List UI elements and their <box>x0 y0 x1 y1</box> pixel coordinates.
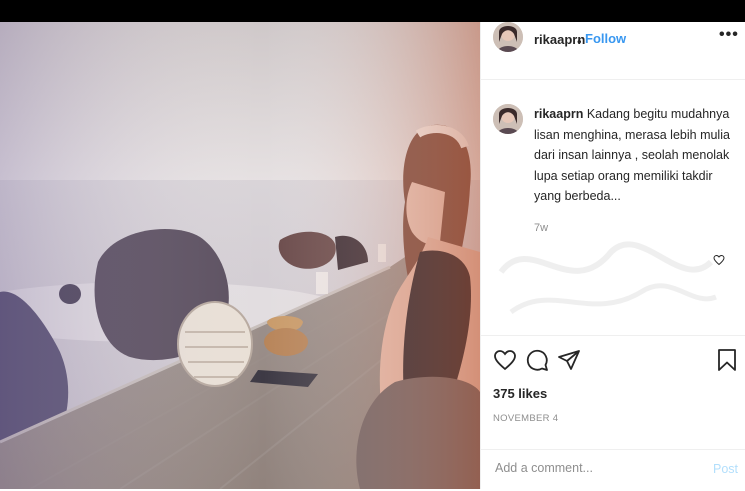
bookmark-icon <box>718 349 736 371</box>
caption-text: Kadang begitu mudahnya lisan menghina, m… <box>534 107 730 203</box>
comment-icon <box>526 349 548 371</box>
heart-icon <box>494 350 516 371</box>
post-photo-illustration <box>0 22 480 489</box>
top-black-bar <box>0 0 745 22</box>
more-options-button[interactable]: ••• <box>719 26 739 44</box>
post-comment-button[interactable]: Post <box>713 462 738 476</box>
caption-like-button[interactable] <box>713 253 725 271</box>
post-actions-section: 375 likes NOVEMBER 4 Post <box>481 335 745 490</box>
post-caption: rikaaprn Kadang begitu mudahnya lisan me… <box>534 104 734 207</box>
header-avatar[interactable] <box>493 22 523 52</box>
post-side-panel: rikaaprn • Follow ••• rikaaprn Kadang be… <box>480 22 745 489</box>
faint-watermark <box>498 241 717 315</box>
comment-input[interactable] <box>493 460 697 476</box>
post-header: rikaaprn • Follow ••• <box>481 22 745 80</box>
caption-time[interactable]: 7w <box>534 222 548 234</box>
save-button[interactable] <box>717 348 737 377</box>
caption-avatar[interactable] <box>493 104 523 134</box>
avatar-image <box>493 22 523 52</box>
separator-dot: • <box>577 34 582 49</box>
share-button[interactable] <box>557 348 581 377</box>
likes-count[interactable]: 375 likes <box>493 386 547 401</box>
caption-username[interactable]: rikaaprn <box>534 107 583 121</box>
avatar-image <box>493 104 523 134</box>
post-date[interactable]: NOVEMBER 4 <box>493 413 558 424</box>
heart-icon <box>713 254 725 266</box>
follow-button[interactable]: Follow <box>585 31 626 46</box>
add-comment-bar: Post <box>481 449 745 491</box>
post-photo[interactable] <box>0 22 480 489</box>
like-button[interactable] <box>493 348 517 377</box>
share-icon <box>558 350 580 370</box>
comment-button[interactable] <box>525 348 549 377</box>
